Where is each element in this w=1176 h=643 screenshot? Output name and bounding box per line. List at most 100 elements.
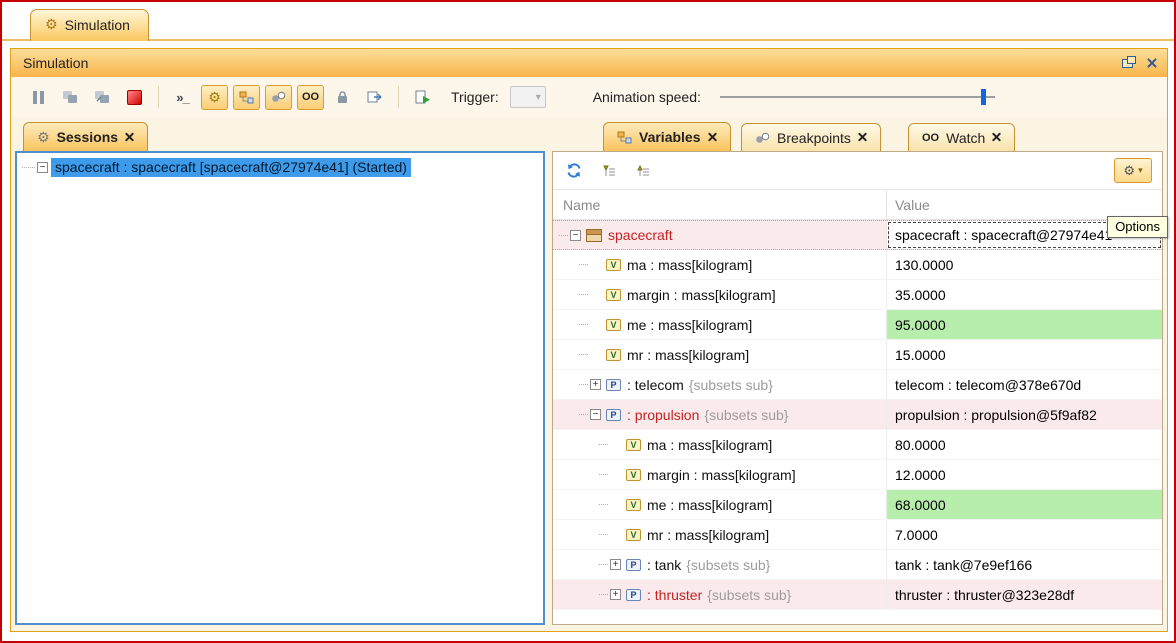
window-title: Simulation [23, 55, 88, 71]
value-cell[interactable]: tank : tank@7e9ef166 [887, 550, 1162, 579]
tree-guide [599, 444, 608, 445]
value-column-header[interactable]: Value [887, 197, 1162, 213]
variables-toggle-button[interactable] [233, 85, 260, 110]
breakpoints-toggle-button[interactable] [265, 85, 292, 110]
row-name: mr : mass[kilogram] [627, 347, 749, 363]
tabbar-underline [2, 39, 1174, 41]
value-cell[interactable]: telecom : telecom@378e670d [887, 370, 1162, 399]
value-cell[interactable]: thruster : thruster@323e28df [887, 580, 1162, 609]
animation-speed-label: Animation speed: [593, 89, 701, 105]
table-row[interactable]: Vma : mass[kilogram]130.0000 [553, 250, 1162, 280]
float-window-icon[interactable] [1122, 59, 1133, 68]
expand-all-button[interactable] [597, 160, 619, 182]
tab-watch[interactable]: OO Watch [908, 123, 1015, 151]
expand-expander-icon[interactable]: + [590, 379, 601, 390]
lock-icon [336, 90, 349, 104]
expand-expander-icon[interactable]: + [610, 589, 621, 600]
name-cell: Vme : mass[kilogram] [553, 490, 887, 519]
step-over-button[interactable] [57, 85, 84, 110]
sessions-gear-icon: ⚙ [37, 129, 50, 146]
row-value: 95.0000 [895, 317, 946, 333]
terminate-button[interactable] [121, 85, 148, 110]
tab-simulation[interactable]: ⚙ Simulation [30, 9, 149, 41]
name-column-header[interactable]: Name [553, 190, 887, 219]
collapse-expander-icon[interactable]: − [570, 230, 581, 241]
watch-toggle-button[interactable]: OO [297, 85, 324, 110]
value-icon: V [626, 499, 641, 511]
name-cell: Vmargin : mass[kilogram] [553, 460, 887, 489]
chevron-down-icon: ▾ [1138, 165, 1143, 176]
simulation-window: Simulation »_ ⚙ OO [10, 48, 1168, 632]
close-window-icon[interactable] [1147, 58, 1157, 68]
options-button[interactable]: ⚙ ▾ [1114, 158, 1152, 183]
row-value: 68.0000 [895, 497, 946, 513]
value-cell[interactable]: 95.0000 [887, 310, 1162, 339]
export-button[interactable] [361, 85, 388, 110]
tab-breakpoints[interactable]: Breakpoints [741, 123, 881, 151]
collapse-expander-icon[interactable]: − [37, 162, 48, 173]
table-row[interactable]: Vme : mass[kilogram]95.0000 [553, 310, 1162, 340]
table-row[interactable]: +P: tank{subsets sub}tank : tank@7e9ef16… [553, 550, 1162, 580]
session-tree-item[interactable]: − spacecraft : spacecraft [spacecraft@27… [17, 155, 543, 179]
variables-toolbar: ⚙ ▾ [553, 152, 1162, 190]
tab-variables[interactable]: Variables [603, 122, 731, 151]
refresh-button[interactable] [563, 160, 585, 182]
table-row[interactable]: +P: telecom{subsets sub}telecom : teleco… [553, 370, 1162, 400]
close-sessions-tab-icon[interactable] [125, 133, 134, 142]
screenshot-root: ⚙ Simulation Simulation »_ ⚙ [0, 0, 1176, 643]
close-watch-tab-icon[interactable] [992, 133, 1001, 142]
tab-sessions[interactable]: ⚙ Sessions [23, 122, 148, 151]
table-row[interactable]: Vma : mass[kilogram]80.0000 [553, 430, 1162, 460]
pause-button[interactable] [25, 85, 52, 110]
expand-expander-icon[interactable]: + [610, 559, 621, 570]
value-cell[interactable]: 80.0000 [887, 430, 1162, 459]
row-suffix: {subsets sub} [689, 377, 773, 393]
slider-handle[interactable] [981, 89, 986, 105]
trigger-dropdown[interactable]: ▾ [510, 86, 546, 108]
row-value: spacecraft : spacecraft@27974e41 [895, 227, 1112, 243]
watch-tab-label: Watch [946, 130, 985, 146]
collapse-all-button[interactable] [631, 160, 653, 182]
value-cell[interactable]: 7.0000 [887, 520, 1162, 549]
table-row[interactable]: −spacecraft spacecraft : spacecraft@27974… [553, 220, 1162, 250]
table-row[interactable]: Vmr : mass[kilogram]15.0000 [553, 340, 1162, 370]
table-row[interactable]: Vmr : mass[kilogram]7.0000 [553, 520, 1162, 550]
value-cell[interactable]: 35.0000 [887, 280, 1162, 309]
close-breakpoints-tab-icon[interactable] [858, 133, 867, 142]
row-value: 12.0000 [895, 467, 946, 483]
table-row[interactable]: +P: thruster{subsets sub}thruster : thru… [553, 580, 1162, 610]
breakpoints-icon [271, 91, 286, 103]
session-label: spacecraft : spacecraft [spacecraft@2797… [51, 158, 411, 177]
animation-speed-slider[interactable] [720, 88, 995, 106]
lock-button[interactable] [329, 85, 356, 110]
tree-guide [579, 324, 588, 325]
value-cell[interactable]: 15.0000 [887, 340, 1162, 369]
close-variables-tab-icon[interactable] [708, 133, 717, 142]
tree-guide [579, 354, 588, 355]
run-trigger-button[interactable] [409, 85, 436, 110]
table-row[interactable]: Vme : mass[kilogram] 68.0000 [553, 490, 1162, 520]
settings-toggle-button[interactable]: ⚙ [201, 85, 228, 110]
value-cell[interactable]: 12.0000 [887, 460, 1162, 489]
tree-guide [599, 564, 608, 565]
row-value: propulsion : propulsion@5f9af82 [895, 407, 1097, 423]
table-row[interactable]: Vmargin : mass[kilogram]35.0000 [553, 280, 1162, 310]
row-suffix: {subsets sub} [704, 407, 788, 423]
settings-gear-icon: ⚙ [208, 89, 221, 106]
collapse-expander-icon[interactable]: − [590, 409, 601, 420]
name-cell: −spacecraft [553, 221, 887, 249]
table-row[interactable]: −P: propulsion{subsets sub}propulsion : … [553, 400, 1162, 430]
part-icon: P [626, 559, 641, 571]
panels-area: − spacecraft : spacecraft [spacecraft@27… [11, 151, 1167, 631]
sessions-tab-label: Sessions [57, 129, 118, 145]
table-row[interactable]: Vmargin : mass[kilogram] 12.0000 [553, 460, 1162, 490]
window-titlebar[interactable]: Simulation [11, 49, 1167, 77]
value-cell[interactable]: propulsion : propulsion@5f9af82 [887, 400, 1162, 429]
console-button[interactable]: »_ [169, 85, 196, 110]
step-over-icon [62, 90, 79, 104]
tree-guide [579, 294, 588, 295]
name-cell: Vmargin : mass[kilogram] [553, 280, 887, 309]
value-cell[interactable]: 68.0000 [887, 490, 1162, 519]
step-into-button[interactable] [89, 85, 116, 110]
value-cell[interactable]: 130.0000 [887, 250, 1162, 279]
